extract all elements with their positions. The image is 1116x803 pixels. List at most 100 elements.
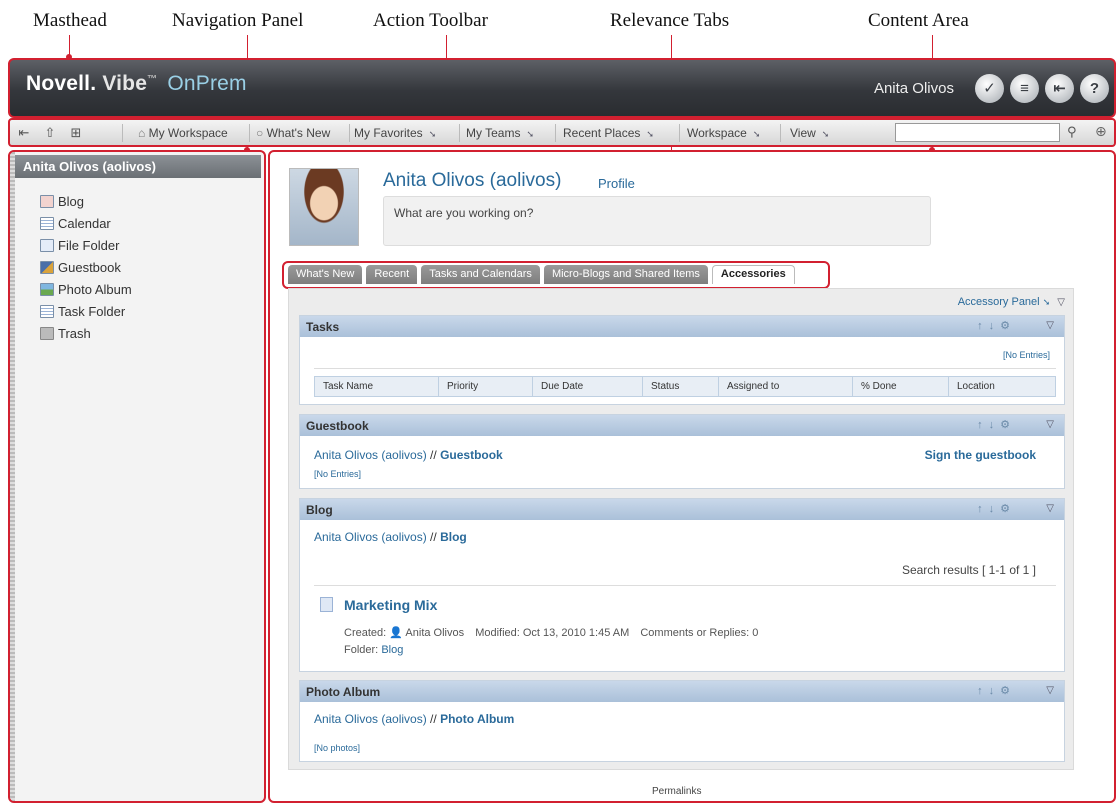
nav-item-blog[interactable]: Blog xyxy=(40,190,132,212)
chevron-down-icon: ➘ xyxy=(428,129,437,139)
collapse-icon[interactable]: ▽ xyxy=(1046,503,1054,514)
portlet-tools[interactable]: ↑↓⚙ xyxy=(977,684,1016,697)
nav-item-guestbook[interactable]: Guestbook xyxy=(40,256,132,278)
tab-tasks-and-calendars[interactable]: Tasks and Calendars xyxy=(421,265,540,284)
guestbook-link[interactable]: Guestbook xyxy=(440,448,503,462)
blog-portlet-header: Blog ↑↓⚙ ▽ xyxy=(300,499,1064,520)
permalinks-link[interactable]: Permalinks xyxy=(652,786,701,797)
masthead-user-name[interactable]: Anita Olivos xyxy=(874,80,954,97)
tasks-no-entries: [No Entries] xyxy=(1002,350,1050,360)
blog-icon xyxy=(40,194,54,208)
status-input[interactable]: What are you working on? xyxy=(383,196,931,246)
blog-user-link[interactable]: Anita Olivos (aolivos) xyxy=(314,530,427,544)
chevron-down-icon: ➘ xyxy=(1042,297,1051,307)
help-icon[interactable]: ? xyxy=(1080,74,1109,103)
toolbar-my-favorites[interactable]: My Favorites ➘ xyxy=(354,126,436,140)
search-input[interactable] xyxy=(895,123,1060,142)
blog-folder-link[interactable]: Blog xyxy=(381,644,403,656)
tasks-portlet: Tasks ↑↓⚙ ▽ [No Entries] Task Name Prior… xyxy=(299,315,1065,405)
blog-path: Anita Olivos (aolivos) // Blog xyxy=(314,530,467,544)
content-area: Anita Olivos (aolivos) Profile What are … xyxy=(268,150,1116,803)
search-options-icon[interactable]: ⊕ xyxy=(1095,123,1107,140)
blog-entry-meta: Created: 👤 Anita Olivos Modified: Oct 13… xyxy=(344,627,759,639)
toolbar-whats-new[interactable]: ○ What's New xyxy=(256,126,330,140)
avatar[interactable] xyxy=(289,168,359,246)
portlet-tools[interactable]: ↑↓⚙ xyxy=(977,418,1016,431)
guestbook-user-link[interactable]: Anita Olivos (aolivos) xyxy=(314,448,427,462)
tasks-portlet-header: Tasks ↑↓⚙ ▽ xyxy=(300,316,1064,337)
portlet-tools[interactable]: ↑↓⚙ xyxy=(977,319,1016,332)
news-icon[interactable]: ≡ xyxy=(1010,74,1039,103)
sign-guestbook-link[interactable]: Sign the guestbook xyxy=(925,448,1036,462)
guestbook-path: Anita Olivos (aolivos) // Guestbook xyxy=(314,448,503,462)
hide-sidebar-icon[interactable]: ⇤ xyxy=(14,124,34,141)
col-location[interactable]: Location xyxy=(949,377,1055,396)
col-task-name[interactable]: Task Name xyxy=(315,377,439,396)
profile-link[interactable]: Profile xyxy=(598,176,635,191)
toolbar-view[interactable]: View ➘ xyxy=(790,126,829,140)
search-icon[interactable]: ⚲ xyxy=(1067,124,1077,140)
blog-link[interactable]: Blog xyxy=(440,530,467,544)
personal-prefs-icon[interactable]: ✓ xyxy=(975,74,1004,103)
leader-masthead xyxy=(66,35,72,60)
collapse-icon[interactable]: ▽ xyxy=(1046,685,1054,696)
task-folder-icon xyxy=(40,304,54,318)
accessory-panel: Accessory Panel ➘ ▽ Tasks ↑↓⚙ ▽ [No Entr… xyxy=(288,288,1074,770)
blog-entry-icon xyxy=(320,597,333,612)
chevron-down-icon: ➘ xyxy=(752,129,761,139)
collapse-icon[interactable]: ▽ xyxy=(1046,419,1054,430)
callout-navigation-panel: Navigation Panel xyxy=(172,10,304,31)
toolbar-my-workspace[interactable]: ⌂ My Workspace xyxy=(138,126,228,140)
chevron-down-icon: ➘ xyxy=(821,129,830,139)
col-due-date[interactable]: Due Date xyxy=(533,377,643,396)
col-priority[interactable]: Priority xyxy=(439,377,533,396)
tab-micro-blogs[interactable]: Micro-Blogs and Shared Items xyxy=(543,265,708,284)
chevron-down-icon: ➘ xyxy=(646,129,654,139)
collapse-icon[interactable]: ▽ xyxy=(1046,320,1054,331)
col-percent-done[interactable]: % Done xyxy=(853,377,949,396)
trash-icon xyxy=(40,326,54,340)
nav-item-photo-album[interactable]: Photo Album xyxy=(40,278,132,300)
blog-entry-author[interactable]: Anita Olivos xyxy=(405,627,464,639)
nav-item-calendar[interactable]: Calendar xyxy=(40,212,132,234)
nav-item-task-folder[interactable]: Task Folder xyxy=(40,300,132,322)
nav-item-file-folder[interactable]: File Folder xyxy=(40,234,132,256)
callout-action-toolbar: Action Toolbar xyxy=(373,10,488,31)
portlet-tools[interactable]: ↑↓⚙ xyxy=(977,502,1016,515)
logout-icon[interactable]: ⇤ xyxy=(1045,74,1074,103)
nav-list: Blog Calendar File Folder Guestbook Phot… xyxy=(40,190,132,344)
guestbook-portlet-header: Guestbook ↑↓⚙ ▽ xyxy=(300,415,1064,436)
novell-vibe-logo: Novell. Vibe™ OnPrem xyxy=(26,72,247,95)
relevance-tabs: What's New Recent Tasks and Calendars Mi… xyxy=(282,261,830,289)
file-folder-icon xyxy=(40,238,54,252)
col-status[interactable]: Status xyxy=(643,377,719,396)
photo-album-portlet: Photo Album ↑↓⚙ ▽ Anita Olivos (aolivos)… xyxy=(299,680,1065,762)
masthead: Novell. Vibe™ OnPrem Anita Olivos ✓ ≡ ⇤ … xyxy=(8,58,1116,118)
photo-album-link[interactable]: Photo Album xyxy=(440,712,514,726)
photo-album-portlet-header: Photo Album ↑↓⚙ ▽ xyxy=(300,681,1064,702)
nav-resize-handle[interactable] xyxy=(10,152,15,801)
accessory-panel-menu[interactable]: Accessory Panel ➘ ▽ xyxy=(958,296,1065,308)
tab-whats-new[interactable]: What's New xyxy=(288,265,363,284)
collapse-icon[interactable]: ▽ xyxy=(1057,297,1065,308)
blog-entry-title[interactable]: Marketing Mix xyxy=(344,597,437,613)
tree-view-icon[interactable]: ⊞ xyxy=(66,124,86,141)
tab-recent[interactable]: Recent xyxy=(366,265,418,284)
toolbar-workspace[interactable]: Workspace ➘ xyxy=(687,126,760,140)
nav-item-trash[interactable]: Trash xyxy=(40,322,132,344)
col-assigned-to[interactable]: Assigned to xyxy=(719,377,853,396)
nav-panel-title[interactable]: Anita Olivos (aolivos) xyxy=(15,155,261,178)
navigation-panel: Anita Olivos (aolivos) Blog Calendar Fil… xyxy=(8,150,266,803)
callout-content-area: Content Area xyxy=(868,10,969,31)
blog-portlet: Blog ↑↓⚙ ▽ Anita Olivos (aolivos) // Blo… xyxy=(299,498,1065,672)
whats-new-icon: ○ xyxy=(256,126,264,140)
toolbar-my-teams[interactable]: My Teams ➘ xyxy=(466,126,534,140)
chevron-down-icon: ➘ xyxy=(526,129,535,139)
tab-accessories[interactable]: Accessories xyxy=(711,265,795,284)
go-up-icon[interactable]: ⇧ xyxy=(40,124,60,141)
photo-album-icon xyxy=(40,282,54,296)
toolbar-recent-places[interactable]: Recent Places ➘ xyxy=(563,126,654,140)
guestbook-portlet: Guestbook ↑↓⚙ ▽ Anita Olivos (aolivos) /… xyxy=(299,414,1065,489)
user-icon: 👤 xyxy=(389,627,403,639)
photo-album-user-link[interactable]: Anita Olivos (aolivos) xyxy=(314,712,427,726)
